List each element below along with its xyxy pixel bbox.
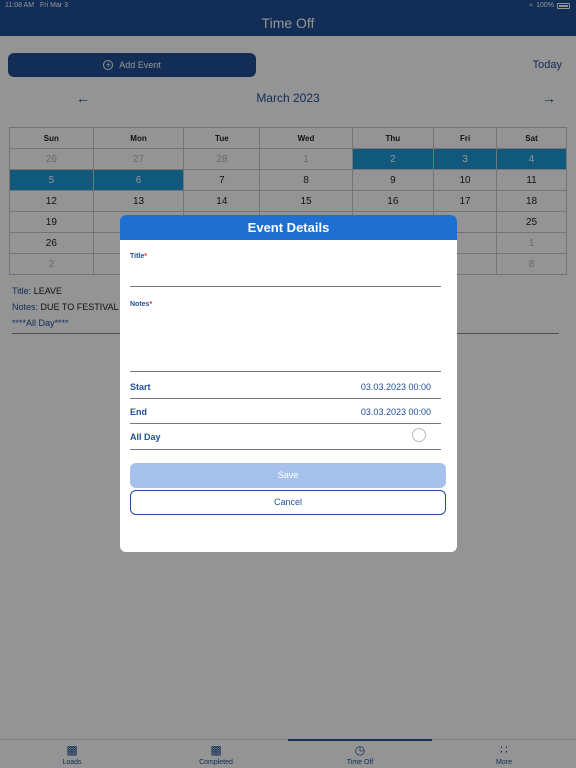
title-field-label: Title* [130,253,147,260]
start-value[interactable]: 03.03.2023 00:00 [361,382,431,392]
all-day-underline [130,449,441,450]
event-details-modal: Event Details Title* Notes* Start 03.03.… [120,215,457,552]
start-underline [130,398,441,399]
end-underline [130,423,441,424]
notes-underline [130,371,441,372]
start-label: Start [130,382,151,392]
notes-input[interactable] [130,311,441,369]
all-day-radio[interactable] [412,428,426,442]
notes-field-label: Notes* [130,301,152,308]
end-value[interactable]: 03.03.2023 00:00 [361,407,431,417]
save-button[interactable]: Save [130,463,446,488]
required-mark: * [144,253,147,260]
modal-title: Event Details [120,215,457,240]
title-input[interactable] [130,263,441,285]
title-underline [130,286,441,287]
title-label-text: Title [130,253,145,260]
required-mark: * [149,301,153,308]
notes-label-text: Notes [130,301,150,308]
all-day-label: All Day [130,432,161,442]
cancel-button[interactable]: Cancel [130,490,446,515]
end-label: End [130,407,147,417]
